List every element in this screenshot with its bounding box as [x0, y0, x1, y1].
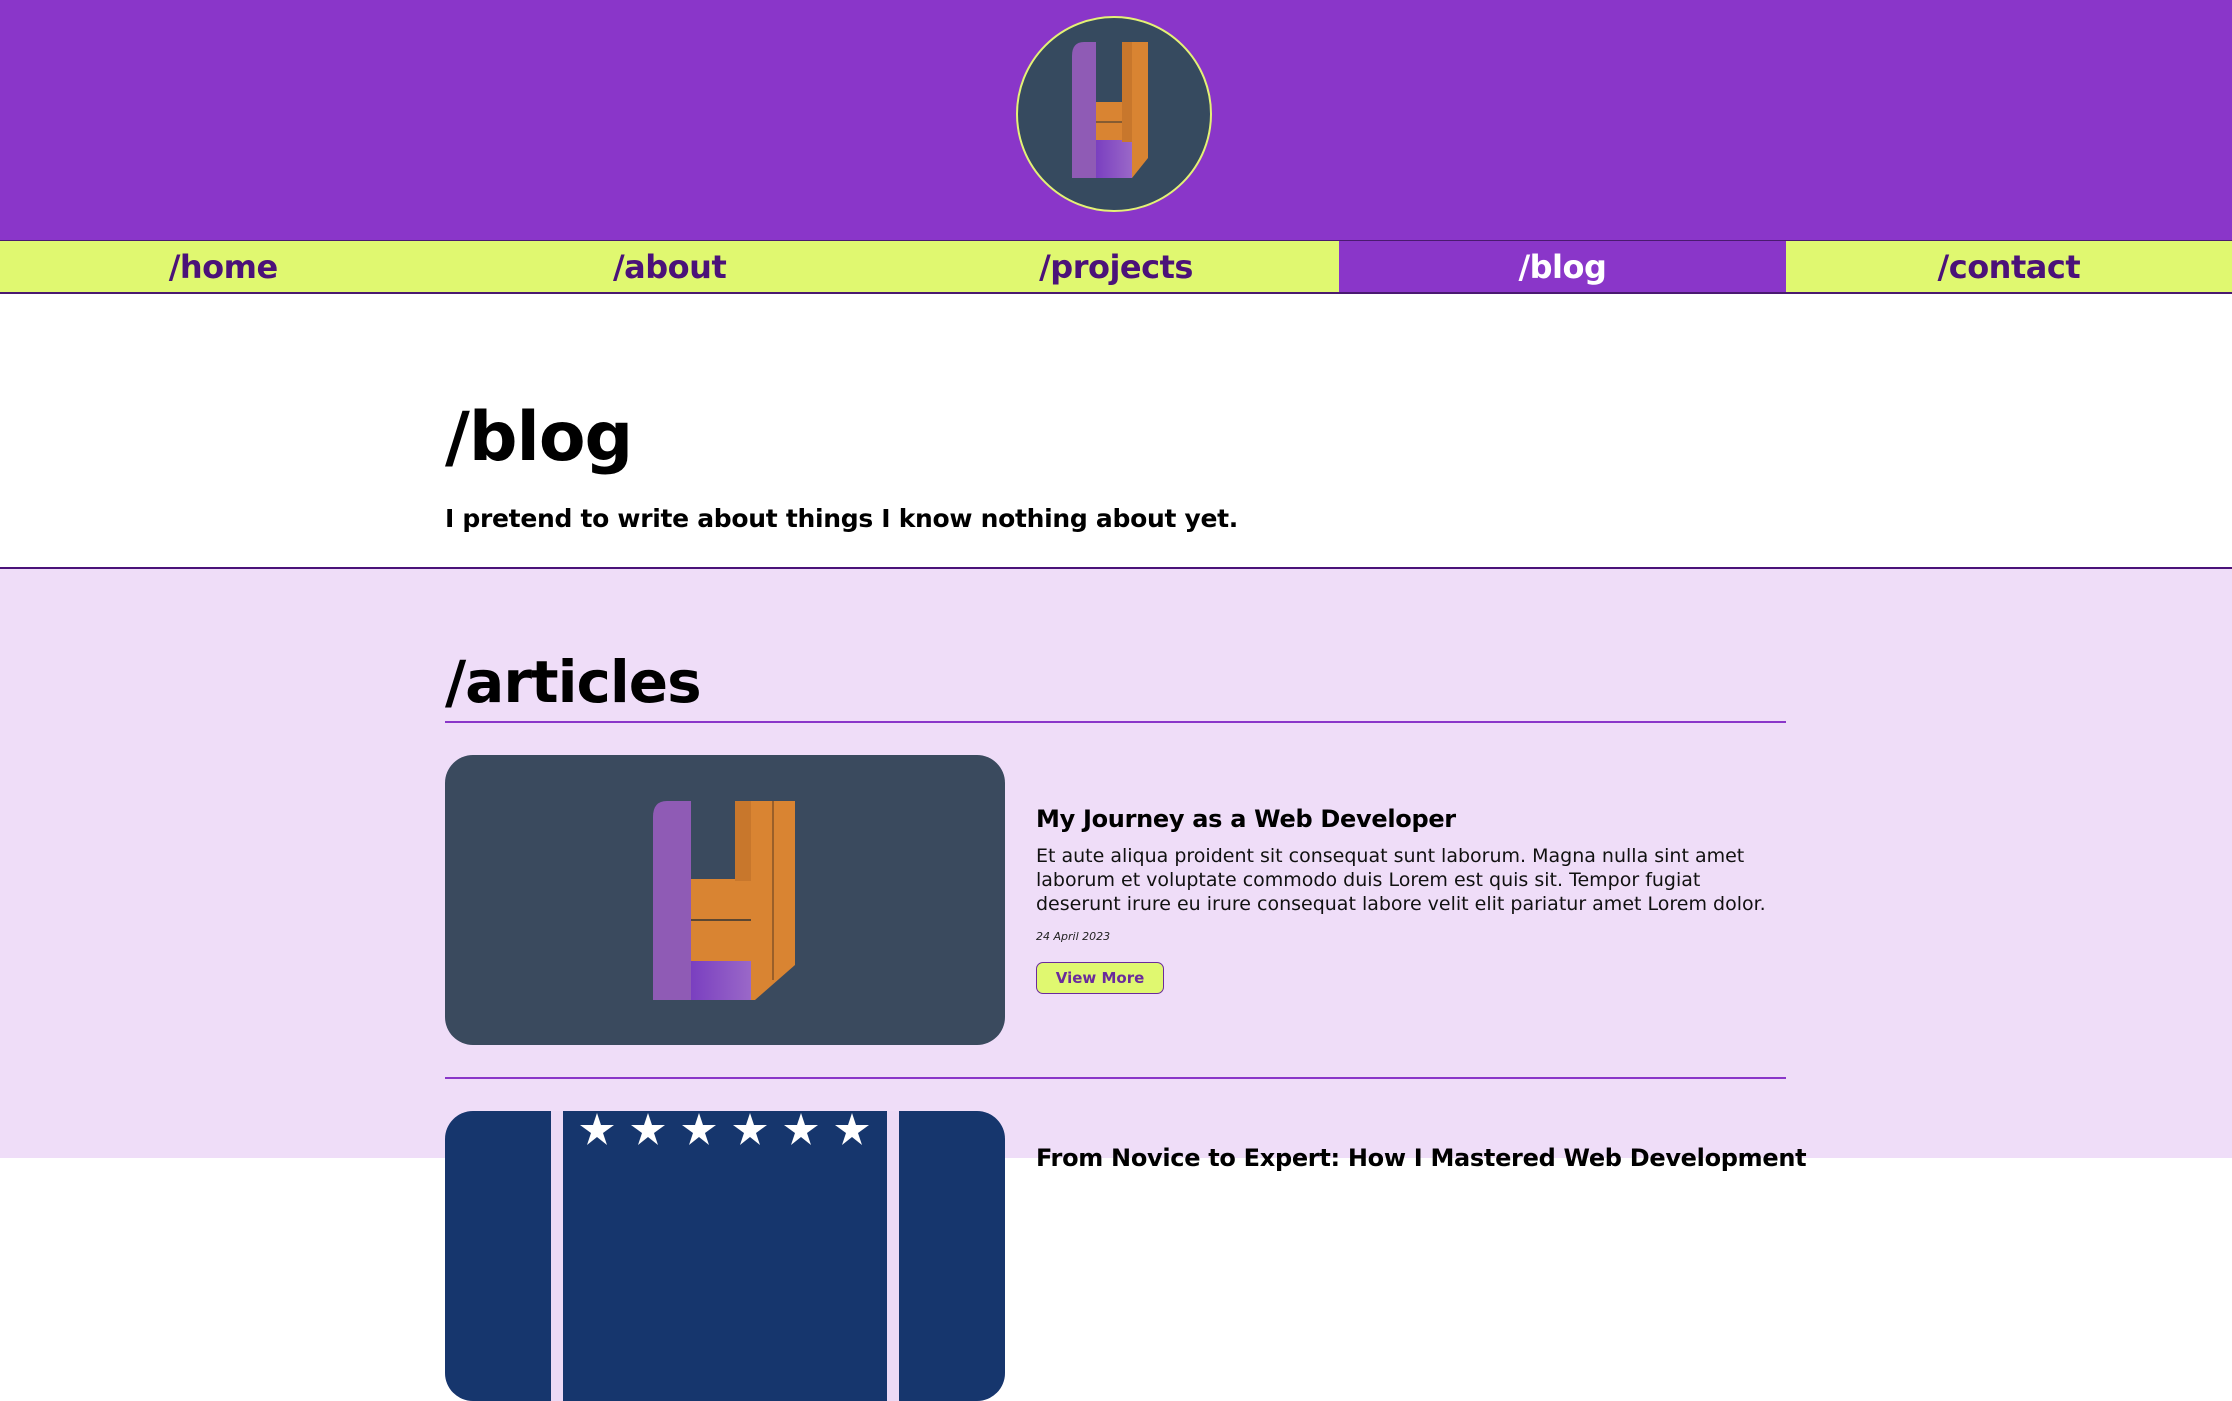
blog-hero: /blog I pretend to write about things I …: [0, 296, 2232, 567]
page-title: /blog: [445, 398, 633, 477]
view-more-button[interactable]: View More: [1036, 962, 1164, 994]
nav-contact[interactable]: /contact: [1786, 241, 2232, 292]
nav-projects[interactable]: /projects: [893, 241, 1339, 292]
h-logo-icon: [1072, 42, 1148, 178]
site-logo[interactable]: [1016, 16, 1212, 212]
article-divider: [445, 1077, 1786, 1079]
article-title[interactable]: From Novice to Expert: How I Mastered We…: [1036, 1144, 1807, 1172]
article-excerpt: Et aute aliqua proident sit consequat su…: [1036, 845, 1766, 915]
article-thumbnail[interactable]: [445, 755, 1005, 1045]
nav-blog[interactable]: /blog: [1339, 241, 1786, 292]
flag-icon: [445, 1111, 1005, 1401]
nav-about[interactable]: /about: [446, 241, 892, 292]
h-logo-icon: [653, 801, 795, 1000]
articles-heading-divider: [445, 721, 1786, 723]
page-subtitle: I pretend to write about things I know n…: [445, 504, 1238, 533]
articles-section: /articles My Journey as a Web Developer …: [0, 567, 2232, 1401]
nav-home[interactable]: /home: [0, 241, 446, 292]
article-date: 24 April 2023: [1036, 930, 1111, 943]
article-title[interactable]: My Journey as a Web Developer: [1036, 805, 1456, 833]
main-nav: /home /about /projects /blog /contact: [0, 240, 2232, 294]
article-thumbnail[interactable]: [445, 1111, 1005, 1401]
articles-heading: /articles: [445, 648, 702, 716]
site-header: [0, 0, 2232, 240]
